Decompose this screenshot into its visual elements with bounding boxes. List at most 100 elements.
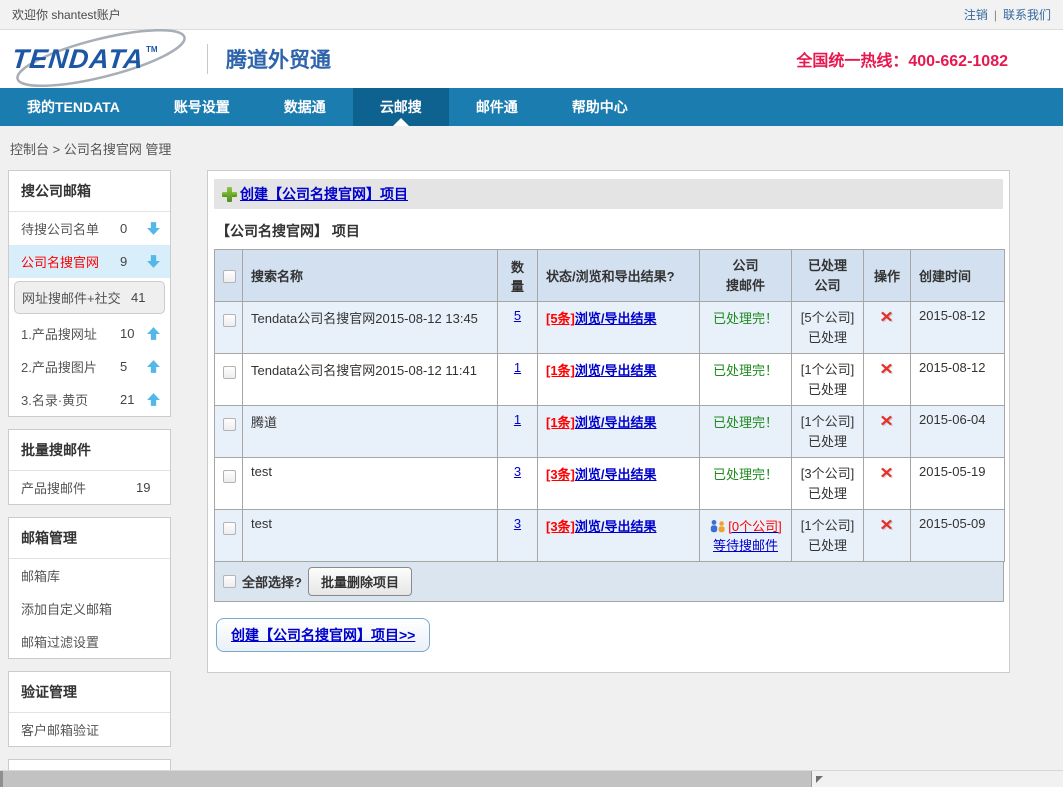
delete-row-icon[interactable]: ×	[881, 360, 894, 379]
col-header-search-name: 搜索名称	[243, 250, 498, 302]
nav-item-datatong[interactable]: 数据通	[257, 88, 353, 126]
project-name: test	[243, 510, 498, 562]
status-results-link[interactable]: [3条]浏览/导出结果	[546, 467, 657, 482]
table-footer-bar: 全部选择? 批量删除项目	[214, 562, 1004, 602]
horizontal-scrollbar[interactable]	[0, 770, 1063, 787]
sidebar-item-add-custom-mailbox[interactable]: 添加自定义邮箱	[9, 592, 170, 625]
status-results-link[interactable]: [1条]浏览/导出结果	[546, 363, 657, 378]
hotline-text: 全国统一热线：400-662-1082	[796, 47, 1008, 71]
table-header-row: 搜索名称 数量 状态/浏览和导出结果? 公司 搜邮件 已处理 公司 操作 创建时…	[215, 250, 1005, 302]
row-checkbox[interactable]	[223, 522, 236, 535]
delete-row-icon[interactable]: ×	[881, 464, 894, 483]
arrow-up-icon[interactable]	[146, 359, 162, 374]
nav-item-help-center[interactable]: 帮助中心	[545, 88, 655, 126]
sidebar-item-product-search-email[interactable]: 产品搜邮件 19	[9, 471, 170, 504]
item-count: 19	[136, 480, 162, 495]
header: TENDATA TM 腾道外贸通 全国统一热线：400-662-1082	[0, 30, 1063, 88]
row-checkbox[interactable]	[223, 314, 236, 327]
delete-row-icon[interactable]: ×	[881, 412, 894, 431]
quantity-link[interactable]: 5	[514, 308, 521, 323]
sidebar-section-title: 搜公司邮箱	[9, 171, 170, 212]
col-header-company-search-email: 公司 搜邮件	[700, 250, 792, 302]
arrow-up-icon[interactable]	[146, 392, 162, 407]
arrow-down-icon[interactable]	[146, 221, 162, 236]
projects-section-title: 【公司名搜官网】 项目	[214, 209, 1003, 249]
sidebar-item-mailbox-library[interactable]: 邮箱库	[9, 559, 170, 592]
arrow-down-icon[interactable]	[146, 254, 162, 269]
create-project-bar: 创建【公司名搜官网】项目	[214, 179, 1003, 209]
sidebar-section-title: 批量搜邮件	[9, 430, 170, 471]
quantity-link[interactable]: 1	[514, 412, 521, 427]
email-status-done: 已处理完！	[713, 311, 778, 326]
created-date: 2015-06-04	[911, 406, 1005, 458]
row-checkbox[interactable]	[223, 418, 236, 431]
arrow-up-icon[interactable]	[146, 326, 162, 341]
col-header-processed-company: 已处理 公司	[792, 250, 864, 302]
delete-row-icon[interactable]: ×	[881, 516, 894, 535]
processed-company-cell: [1个公司] 已处理	[792, 406, 864, 458]
created-date: 2015-08-12	[911, 302, 1005, 354]
nav-item-account-settings[interactable]: 账号设置	[147, 88, 257, 126]
sidebar-item-product-search-url[interactable]: 1.产品搜网址 10	[9, 317, 170, 350]
col-header-qty: 数量	[498, 250, 538, 302]
email-status-done: 已处理完！	[713, 415, 778, 430]
quantity-link[interactable]: 3	[514, 516, 521, 531]
page: 欢迎你 shantest账户 注销 | 联系我们 TENDATA TM 腾道外贸…	[0, 0, 1063, 787]
sidebar-section-title: 邮箱管理	[9, 518, 170, 559]
create-project-link[interactable]: 创建【公司名搜官网】项目	[240, 184, 408, 204]
nav-item-my-tendata[interactable]: 我的TENDATA	[0, 88, 147, 126]
contact-us-link[interactable]: 联系我们	[1003, 6, 1051, 23]
sidebar-item-company-name-search-website[interactable]: 公司名搜官网 9	[9, 245, 170, 278]
item-count: 10	[120, 326, 146, 341]
project-name: 腾道	[243, 406, 498, 458]
row-checkbox[interactable]	[223, 470, 236, 483]
create-project-button[interactable]: 创建【公司名搜官网】项目>>	[216, 618, 430, 652]
status-results-link[interactable]: [1条]浏览/导出结果	[546, 415, 657, 430]
created-date: 2015-05-09	[911, 510, 1005, 562]
scrollbar-thumb[interactable]	[0, 771, 812, 787]
waiting-companies-link[interactable]: [0个公司]	[728, 519, 781, 534]
nav-item-cloud-mail-search[interactable]: 云邮搜	[353, 88, 449, 126]
status-results-link[interactable]: [3条]浏览/导出结果	[546, 519, 657, 534]
people-icon	[709, 519, 727, 533]
delete-row-icon[interactable]: ×	[881, 308, 894, 327]
col-header-operation: 操作	[864, 250, 911, 302]
item-count: 9	[120, 254, 146, 269]
project-name: test	[243, 458, 498, 510]
created-date: 2015-05-19	[911, 458, 1005, 510]
email-status-waiting: [0个公司] 等待搜邮件	[709, 519, 781, 553]
processed-company-cell: [1个公司] 已处理	[792, 354, 864, 406]
processed-company-cell: [1个公司] 已处理	[792, 510, 864, 562]
tendata-logo: TENDATA TM	[12, 33, 197, 85]
sidebar-item-mailbox-filter-settings[interactable]: 邮箱过滤设置	[9, 625, 170, 658]
sidebar-item-product-search-image[interactable]: 2.产品搜图片 5	[9, 350, 170, 383]
sidebar-item-pending-company-list[interactable]: 待搜公司名单 0	[9, 212, 170, 245]
item-count: 0	[120, 221, 146, 236]
quantity-link[interactable]: 3	[514, 464, 521, 479]
col-header-status: 状态/浏览和导出结果?	[538, 250, 700, 302]
select-all-footer-checkbox[interactable]	[223, 575, 236, 588]
select-all-header-checkbox[interactable]	[223, 270, 236, 283]
sidebar-item-directory-yellow-pages[interactable]: 3.名录·黄页 21	[9, 383, 170, 416]
sidebar-item-url-search-email-social[interactable]: 网址搜邮件+社交 41	[14, 281, 165, 314]
brand-name: 腾道外贸通	[226, 44, 331, 74]
table-row: test 3 [3条]浏览/导出结果 [0个公司]	[215, 510, 1005, 562]
nav-item-mailtong[interactable]: 邮件通	[449, 88, 545, 126]
email-status-done: 已处理完！	[713, 467, 778, 482]
waiting-search-email-link[interactable]: 等待搜邮件	[713, 538, 778, 553]
table-row: Tendata公司名搜官网2015-08-12 11:41 1 [1条]浏览/导…	[215, 354, 1005, 406]
row-checkbox[interactable]	[223, 366, 236, 379]
table-row: test 3 [3条]浏览/导出结果 已处理完！	[215, 458, 1005, 510]
project-name: Tendata公司名搜官网2015-08-12 13:45	[243, 302, 498, 354]
header-divider	[207, 44, 208, 74]
batch-delete-button[interactable]: 批量删除项目	[308, 567, 412, 596]
logout-link[interactable]: 注销	[964, 6, 988, 23]
sidebar-item-customer-email-verification[interactable]: 客户邮箱验证	[9, 713, 170, 746]
logo-text: TENDATA	[10, 44, 145, 75]
select-all-label: 全部选择?	[242, 572, 302, 591]
status-results-link[interactable]: [5条]浏览/导出结果	[546, 311, 657, 326]
quantity-link[interactable]: 1	[514, 360, 521, 375]
created-date: 2015-08-12	[911, 354, 1005, 406]
table-row: Tendata公司名搜官网2015-08-12 13:45 5 [5条]浏览/导…	[215, 302, 1005, 354]
sidebar: 搜公司邮箱 待搜公司名单 0 公司名搜官网 9 网址搜邮件+社交	[8, 170, 171, 787]
